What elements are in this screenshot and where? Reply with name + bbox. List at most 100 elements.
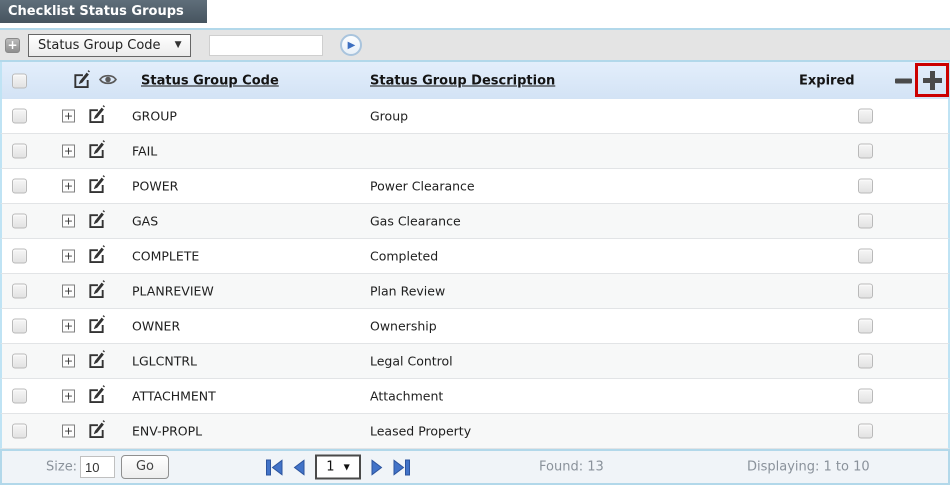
- expand-row-icon[interactable]: +: [62, 249, 75, 263]
- cell-status-group-code: COMPLETE: [132, 248, 200, 264]
- page-size-go-button[interactable]: Go: [121, 455, 169, 479]
- search-field-select[interactable]: Status Group Code ▼: [28, 33, 192, 57]
- cell-status-group-description: Legal Control: [370, 353, 453, 369]
- expired-checkbox[interactable]: [858, 353, 873, 369]
- search-field-value: Status Group Code: [38, 37, 161, 53]
- cell-status-group-code: OWNER: [132, 318, 181, 334]
- expand-row-icon[interactable]: +: [62, 389, 75, 403]
- table-header-row: Status Group Code Status Group Descripti…: [0, 62, 950, 99]
- displaying-range: Displaying: 1 to 10: [747, 459, 870, 475]
- pager: 1 ▼: [266, 454, 410, 480]
- expand-row-icon[interactable]: +: [62, 214, 75, 228]
- table-row: + GAS Gas Clearance: [0, 204, 950, 239]
- first-page-icon[interactable]: [266, 459, 283, 475]
- add-criteria-icon[interactable]: +: [5, 37, 20, 53]
- edit-row-icon[interactable]: [87, 210, 106, 232]
- highlight-red-box: [915, 63, 949, 97]
- next-page-icon[interactable]: [371, 459, 383, 475]
- edit-row-icon[interactable]: [87, 245, 106, 267]
- expired-checkbox[interactable]: [858, 423, 873, 439]
- chevron-down-icon: ▼: [174, 40, 182, 50]
- expired-checkbox[interactable]: [858, 178, 873, 194]
- table-row: + PLANREVIEW Plan Review: [0, 274, 950, 309]
- row-select-checkbox[interactable]: [12, 318, 27, 334]
- previous-page-icon[interactable]: [293, 459, 305, 475]
- found-count: Found: 13: [539, 459, 604, 475]
- edit-row-icon[interactable]: [87, 385, 106, 407]
- row-select-checkbox[interactable]: [12, 283, 27, 299]
- table-row: + GROUP Group: [0, 99, 950, 134]
- search-toolbar: + Status Group Code ▼ ▶: [0, 28, 950, 62]
- row-select-checkbox[interactable]: [12, 353, 27, 369]
- expand-row-icon[interactable]: +: [62, 424, 75, 438]
- edit-row-icon[interactable]: [87, 105, 106, 127]
- table-row: + ENV-PROPL Leased Property: [0, 414, 950, 449]
- cell-status-group-code: ATTACHMENT: [132, 388, 216, 404]
- table-row: + COMPLETE Completed: [0, 239, 950, 274]
- view-column-icon: [99, 73, 117, 89]
- cell-status-group-description: Completed: [370, 248, 439, 264]
- search-input[interactable]: [209, 34, 324, 56]
- expired-checkbox[interactable]: [858, 318, 873, 334]
- cell-status-group-code: GROUP: [132, 108, 177, 124]
- search-go-icon[interactable]: ▶: [340, 34, 363, 56]
- cell-status-group-code: FAIL: [132, 143, 158, 159]
- cell-status-group-description: Plan Review: [370, 283, 446, 299]
- expand-row-icon[interactable]: +: [62, 354, 75, 368]
- row-select-checkbox[interactable]: [12, 143, 27, 159]
- edit-row-icon[interactable]: [87, 315, 106, 337]
- select-all-checkbox[interactable]: [12, 73, 27, 88]
- cell-status-group-code: ENV-PROPL: [132, 423, 203, 439]
- cell-status-group-description: Group: [370, 108, 409, 124]
- page-title: Checklist Status Groups: [0, 0, 207, 23]
- expired-checkbox[interactable]: [858, 143, 873, 159]
- row-select-checkbox[interactable]: [12, 108, 27, 124]
- edit-row-icon[interactable]: [87, 140, 106, 162]
- edit-row-icon[interactable]: [87, 280, 106, 302]
- row-select-checkbox[interactable]: [12, 423, 27, 439]
- expired-checkbox[interactable]: [858, 248, 873, 264]
- pagination-footer: Size: Go 1 ▼: [0, 449, 950, 485]
- page-size-input[interactable]: [80, 456, 115, 478]
- cell-status-group-description: Power Clearance: [370, 178, 475, 194]
- cell-status-group-description: Leased Property: [370, 423, 472, 439]
- add-row-icon[interactable]: [922, 70, 942, 90]
- table-row: + POWER Power Clearance: [0, 169, 950, 204]
- sort-header-status-group-code[interactable]: Status Group Code: [141, 73, 279, 88]
- page-number: 1: [326, 459, 335, 475]
- expired-checkbox[interactable]: [858, 213, 873, 229]
- page-select[interactable]: 1 ▼: [315, 454, 361, 480]
- row-select-checkbox[interactable]: [12, 213, 27, 229]
- cell-status-group-code: PLANREVIEW: [132, 283, 214, 299]
- edit-row-icon[interactable]: [87, 350, 106, 372]
- sort-header-status-group-description[interactable]: Status Group Description: [370, 73, 555, 88]
- edit-column-icon: [72, 69, 91, 92]
- table-row: + OWNER Ownership: [0, 309, 950, 344]
- table-row: + FAIL: [0, 134, 950, 169]
- row-select-checkbox[interactable]: [12, 248, 27, 264]
- cell-status-group-description: Gas Clearance: [370, 213, 461, 229]
- expired-checkbox[interactable]: [858, 388, 873, 404]
- edit-row-icon[interactable]: [87, 420, 106, 442]
- cell-status-group-description: Ownership: [370, 318, 437, 334]
- expand-row-icon[interactable]: +: [62, 144, 75, 158]
- expand-row-icon[interactable]: +: [62, 284, 75, 298]
- expand-row-icon[interactable]: +: [62, 179, 75, 193]
- cell-status-group-code: LGLCNTRL: [132, 353, 197, 369]
- chevron-down-icon: ▼: [343, 462, 350, 472]
- table-body: + GROUP Group + FAIL + POWER Power Clear…: [0, 99, 950, 449]
- edit-row-icon[interactable]: [87, 175, 106, 197]
- expired-checkbox[interactable]: [858, 283, 873, 299]
- cell-status-group-description: Attachment: [370, 388, 444, 404]
- expired-checkbox[interactable]: [858, 108, 873, 124]
- expand-row-icon[interactable]: +: [62, 109, 75, 123]
- expand-row-icon[interactable]: +: [62, 319, 75, 333]
- row-select-checkbox[interactable]: [12, 178, 27, 194]
- table-row: + LGLCNTRL Legal Control: [0, 344, 950, 379]
- row-select-checkbox[interactable]: [12, 388, 27, 404]
- last-page-icon[interactable]: [393, 459, 410, 475]
- header-expired: Expired: [799, 73, 855, 88]
- remove-row-icon[interactable]: [895, 78, 912, 83]
- size-label: Size:: [46, 459, 78, 475]
- cell-status-group-code: POWER: [132, 178, 179, 194]
